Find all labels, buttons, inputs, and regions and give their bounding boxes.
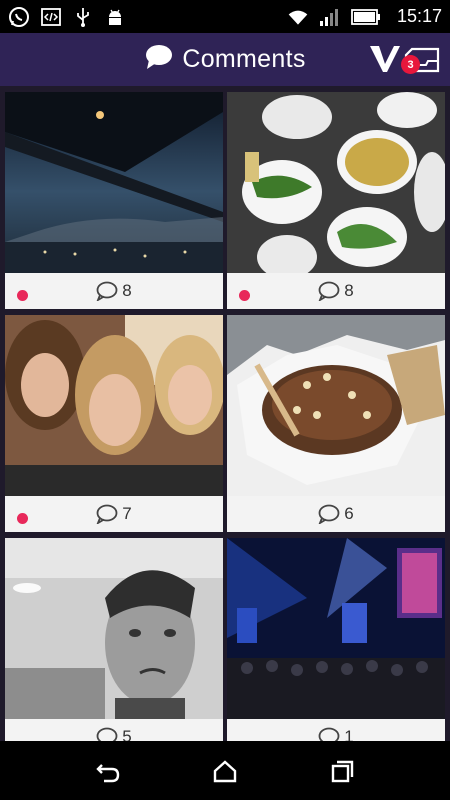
comment-count: 5 bbox=[96, 727, 132, 741]
home-icon[interactable] bbox=[200, 751, 250, 791]
comment-icon bbox=[318, 281, 340, 301]
post-photo bbox=[227, 538, 445, 719]
comment-count-value: 6 bbox=[344, 504, 354, 523]
post-card[interactable]: 8 bbox=[5, 92, 223, 309]
system-nav-bar bbox=[0, 741, 450, 800]
comment-count: 8 bbox=[318, 281, 354, 301]
whatsapp-icon bbox=[8, 6, 30, 28]
post-card[interactable]: 8 bbox=[227, 92, 445, 309]
comment-icon bbox=[96, 727, 118, 741]
clock: 15:17 bbox=[396, 6, 442, 26]
post-footer: 7 bbox=[5, 496, 223, 532]
post-footer: 5 bbox=[5, 719, 223, 741]
app-header: Comments bbox=[0, 33, 450, 86]
comment-count: 7 bbox=[96, 504, 132, 524]
comment-count-value: 8 bbox=[344, 281, 354, 300]
header-title-group: Comments bbox=[144, 43, 305, 76]
post-footer: 6 bbox=[227, 496, 445, 532]
comment-count-value: 5 bbox=[122, 727, 132, 741]
post-photo bbox=[5, 92, 223, 273]
code-icon bbox=[40, 6, 62, 28]
post-card[interactable]: 7 bbox=[5, 315, 223, 532]
unread-dot bbox=[17, 290, 28, 301]
comment-count: 8 bbox=[96, 281, 132, 301]
signal-icon bbox=[319, 6, 341, 28]
post-footer: 8 bbox=[5, 273, 223, 309]
post-footer: 1 bbox=[227, 719, 445, 741]
unread-dot bbox=[17, 513, 28, 524]
comment-icon bbox=[318, 504, 340, 524]
android-icon bbox=[104, 6, 126, 28]
inbox-badge: 3 bbox=[401, 55, 420, 74]
comment-icon bbox=[318, 727, 340, 741]
comment-count-value: 1 bbox=[344, 727, 354, 741]
post-card[interactable]: 1 bbox=[227, 538, 445, 741]
battery-icon bbox=[351, 6, 381, 28]
usb-icon bbox=[72, 6, 94, 28]
comment-count-value: 7 bbox=[122, 504, 132, 523]
comment-count-value: 8 bbox=[122, 281, 132, 300]
comment-count: 1 bbox=[318, 727, 354, 741]
page-title: Comments bbox=[182, 45, 306, 73]
speech-bubble-icon bbox=[144, 43, 174, 76]
post-card[interactable]: 6 bbox=[227, 315, 445, 532]
status-bar: 15:17 bbox=[0, 0, 450, 33]
unread-dot bbox=[239, 290, 250, 301]
comment-count: 6 bbox=[318, 504, 354, 524]
comments-grid: 8 8 7 6 5 1 bbox=[0, 86, 450, 741]
post-card[interactable]: 5 bbox=[5, 538, 223, 741]
wifi-icon bbox=[287, 6, 309, 28]
v-logo[interactable] bbox=[368, 42, 402, 76]
post-photo bbox=[227, 92, 445, 273]
post-footer: 8 bbox=[227, 273, 445, 309]
back-icon[interactable] bbox=[83, 751, 133, 791]
recents-icon[interactable] bbox=[317, 751, 367, 791]
post-photo bbox=[5, 538, 223, 719]
post-photo bbox=[227, 315, 445, 496]
comment-icon bbox=[96, 504, 118, 524]
comment-icon bbox=[96, 281, 118, 301]
post-photo bbox=[5, 315, 223, 496]
